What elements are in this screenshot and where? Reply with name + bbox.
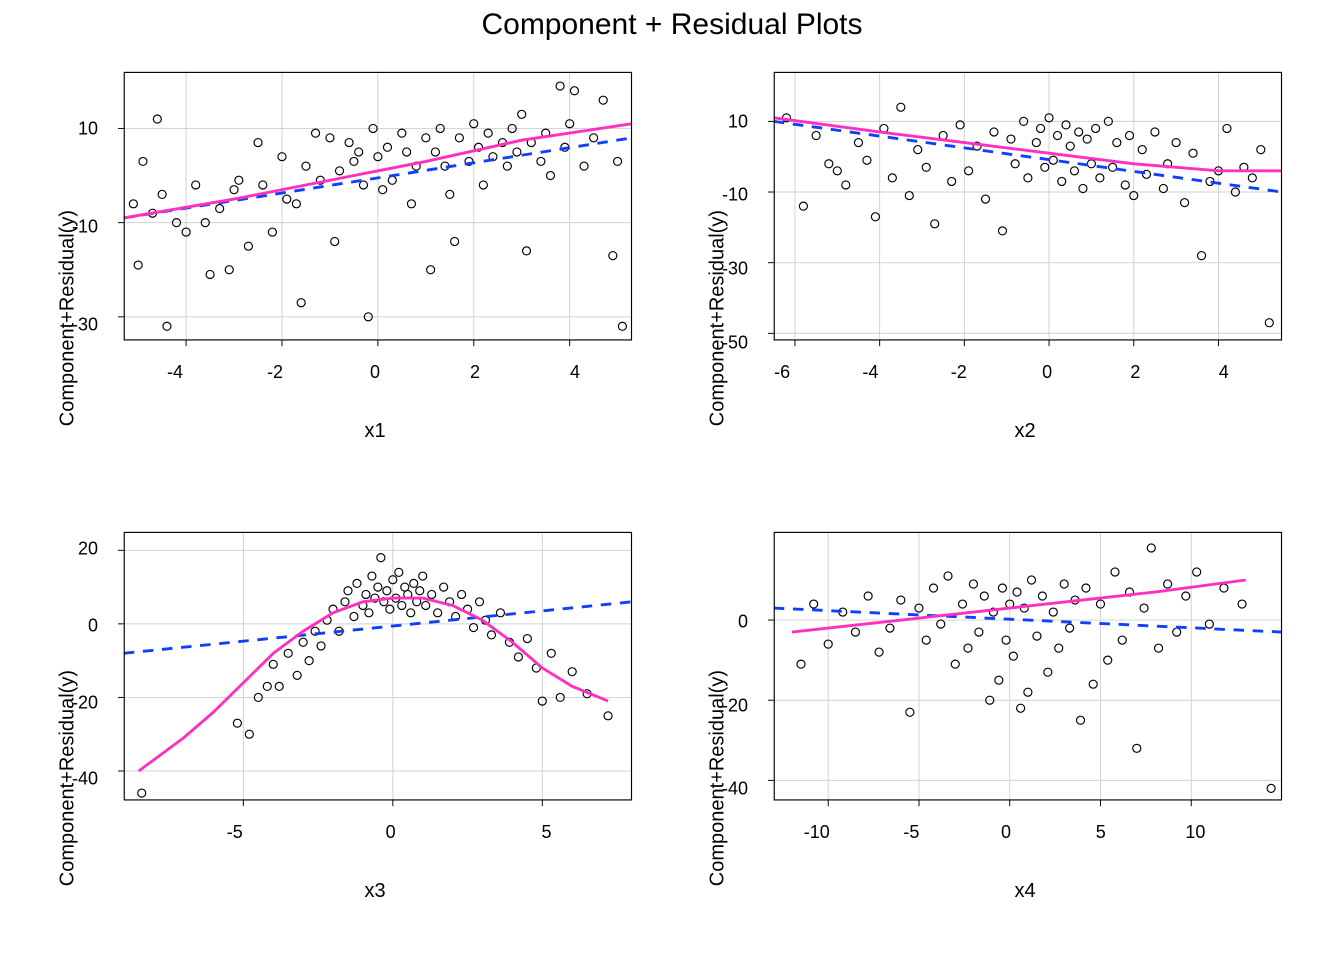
- ylabel: Component+Residual(y): [707, 210, 730, 426]
- cr-plot-x3: Component+Residual(y)x3-505-40-20020: [110, 530, 640, 810]
- xtick: 5: [1096, 822, 1106, 843]
- dashed-line: [124, 602, 632, 653]
- ytick: -40: [58, 769, 98, 790]
- xtick: 10: [1185, 822, 1205, 843]
- ytick: -10: [708, 185, 748, 206]
- ytick: -30: [708, 258, 748, 279]
- ytick: -10: [58, 217, 98, 238]
- ytick: 20: [58, 539, 98, 560]
- page-title: Component + Residual Plots: [0, 8, 1344, 42]
- grid: [124, 532, 632, 800]
- ytick: -50: [708, 332, 748, 353]
- ytick: 10: [58, 118, 98, 139]
- points: [782, 103, 1273, 327]
- xtick: 0: [1042, 362, 1052, 383]
- xtick: 4: [570, 362, 580, 383]
- xlabel: x1: [364, 420, 385, 443]
- plot-svg: [110, 530, 640, 810]
- ytick: 0: [708, 611, 748, 632]
- xtick: 0: [386, 822, 396, 843]
- xtick: -4: [167, 362, 183, 383]
- xtick: 2: [1130, 362, 1140, 383]
- grid: [774, 72, 1282, 340]
- xtick: -5: [903, 822, 919, 843]
- plot-svg: [110, 70, 640, 350]
- xtick: 2: [470, 362, 480, 383]
- xtick: 4: [1219, 362, 1229, 383]
- points: [138, 554, 612, 797]
- xtick: -4: [862, 362, 878, 383]
- xtick: -5: [227, 822, 243, 843]
- ytick: -40: [708, 779, 748, 800]
- xtick: -2: [267, 362, 283, 383]
- xlabel: x3: [364, 880, 385, 903]
- points: [797, 544, 1275, 792]
- xlabel: x2: [1014, 420, 1035, 443]
- xtick: -2: [951, 362, 967, 383]
- cr-plot-x1: Component+Residual(y)x1-4-2024-30-1010: [110, 70, 640, 350]
- xtick: -6: [774, 362, 790, 383]
- cr-plot-x2: Component+Residual(y)x2-6-4-2024-50-30-1…: [760, 70, 1290, 350]
- ytick: -30: [58, 315, 98, 336]
- plot-svg: [760, 70, 1290, 350]
- ytick: 0: [58, 615, 98, 636]
- ytick: -20: [708, 695, 748, 716]
- ytick: 10: [708, 111, 748, 132]
- xtick: 5: [541, 822, 551, 843]
- plot-svg: [760, 530, 1290, 810]
- xtick: -10: [804, 822, 830, 843]
- smooth-line: [774, 118, 1282, 171]
- ytick: -20: [58, 692, 98, 713]
- grid: [774, 532, 1282, 800]
- cr-plot-x4: Component+Residual(y)x4-10-50510-40-200: [760, 530, 1290, 810]
- xtick: 0: [1001, 822, 1011, 843]
- xtick: 0: [370, 362, 380, 383]
- xlabel: x4: [1014, 880, 1035, 903]
